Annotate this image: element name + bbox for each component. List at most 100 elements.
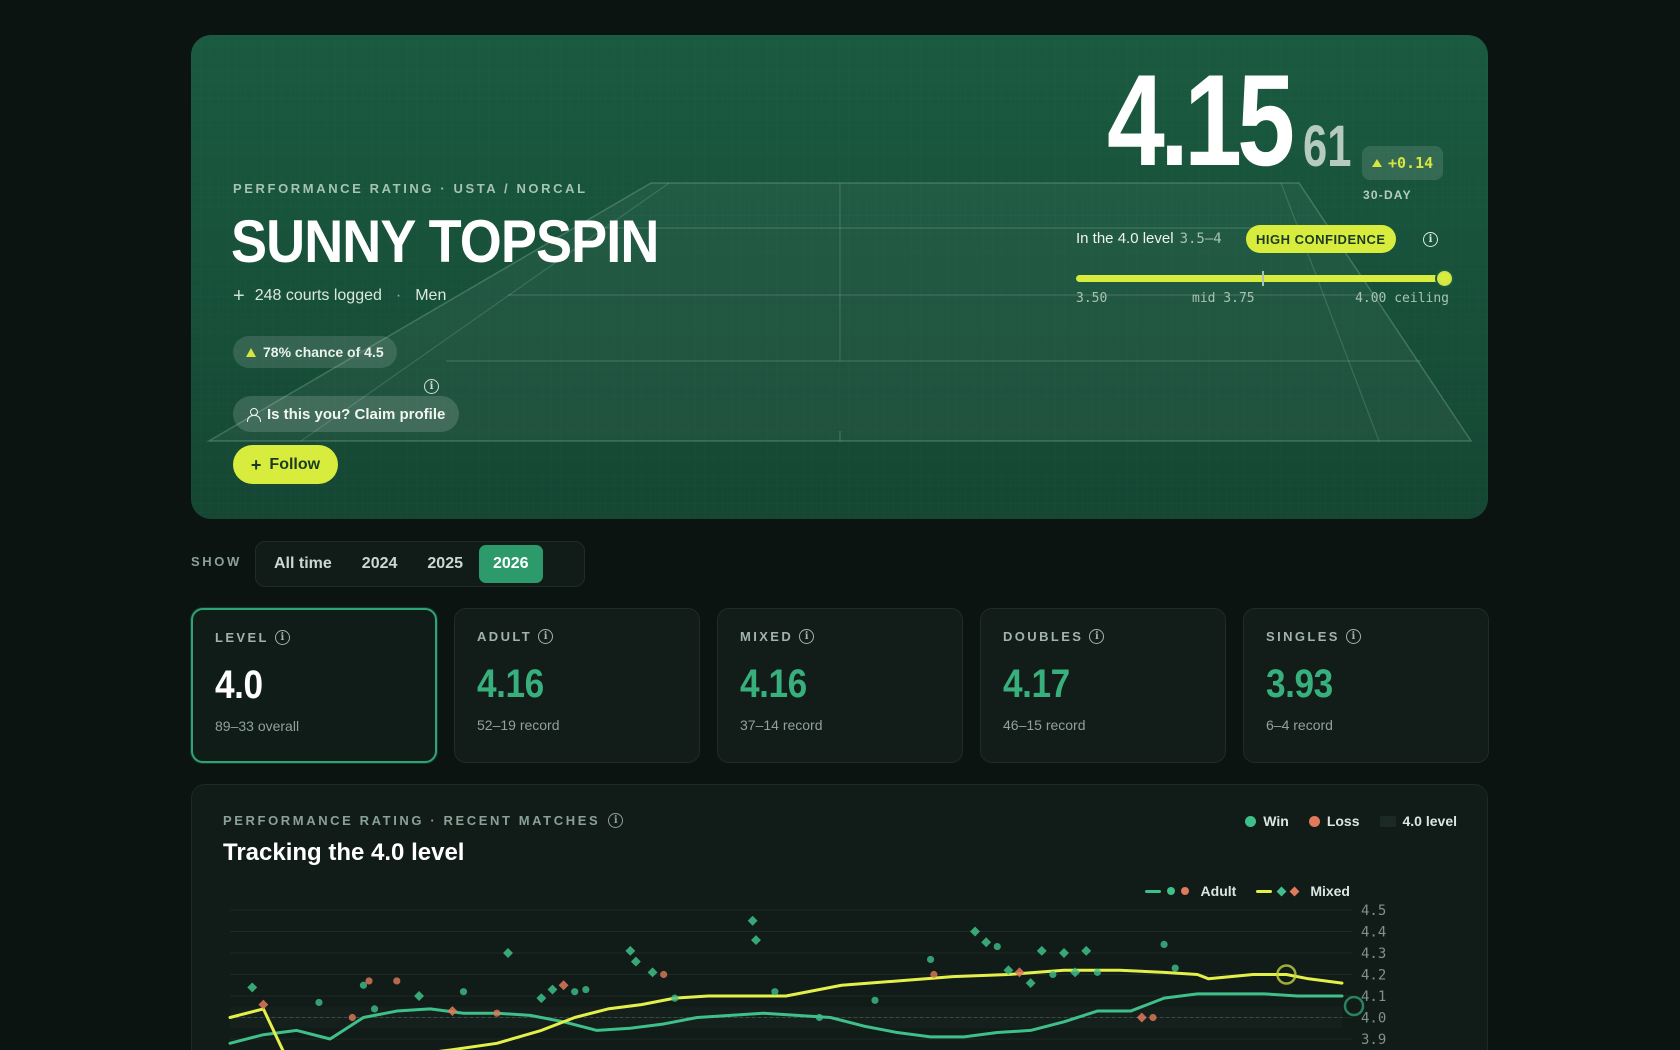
card-label: SINGLES i [1266,629,1466,644]
match-diamond [751,935,761,946]
info-icon[interactable]: i [538,629,554,644]
chart-eyebrow-text: PERFORMANCE RATING · RECENT MATCHES [223,813,601,828]
match-diamond [503,948,513,958]
win-dot-icon [1245,815,1257,827]
courts-logged: 248 courts logged [254,287,382,304]
tab-2025[interactable]: 2025 [413,545,477,583]
legend-mixed[interactable]: Mixed [1256,883,1350,899]
stat-card-level[interactable]: LEVEL i 4.0 89–33 overall [191,608,437,763]
dot-icon [1180,887,1189,895]
level-text: In the 4.0 level [1076,230,1174,247]
match-dot [1093,968,1101,976]
bar-min-label: 3.50 [1076,291,1108,306]
legend-adult[interactable]: Adult [1144,883,1237,899]
card-label: LEVEL i [215,630,413,645]
level-progress-knob [1437,271,1452,286]
match-diamond [1025,978,1036,989]
rating-eyebrow: PERFORMANCE RATING · USTA / NORCAL [233,181,588,196]
card-record: 89–33 overall [215,718,300,734]
match-dot [370,1005,379,1013]
claim-profile-button[interactable]: Is this you? Claim profile [233,396,460,432]
stat-card-doubles[interactable]: DOUBLES i 4.17 46–15 record [980,608,1226,763]
rating-decimals: 61 [1303,114,1352,179]
match-diamond [970,926,980,937]
match-diamond [625,945,636,956]
legend-loss: Loss [1308,813,1360,829]
card-value: 3.93 [1266,662,1333,706]
follow-button[interactable]: + Follow [233,445,338,484]
player-name: SUNNY TOPSPIN [231,208,659,275]
card-label-text: LEVEL [215,630,269,645]
promotion-chance-badge: 78% chance of 4.5 [233,336,397,368]
card-value: 4.0 [215,663,263,707]
legend-level: 4.0 level [1379,813,1458,829]
chart-eyebrow: PERFORMANCE RATING · RECENT MATCHES i [223,813,624,828]
match-dot [871,996,879,1004]
match-diamond [536,993,547,1004]
info-icon[interactable]: i [1345,629,1361,644]
stat-card-adult[interactable]: ADULT i 4.16 52–19 record [454,608,700,763]
card-label: DOUBLES i [1003,629,1203,644]
legend-level-label: 4.0 level [1402,813,1458,829]
match-dot [1149,1013,1157,1022]
level-status: In the 4.0 level 3.5–4 [1076,230,1222,247]
match-diamond [547,984,558,995]
legend-loss-label: Loss [1326,813,1360,829]
legend-mixed-label: Mixed [1310,883,1350,899]
match-dot [926,955,935,964]
card-label-text: MIXED [740,629,794,644]
rating-chart-panel: 4.5 4.4 4.3 4.2 4.1 4.0 3.9 PERFORMANCE RATING… [191,784,1488,1050]
card-value: 4.16 [740,662,807,706]
show-filter-label: SHOW [191,554,242,569]
match-dot [571,988,579,996]
tab-2026[interactable]: 2026 [478,545,543,583]
diamond-icon [1276,886,1287,896]
match-dot [671,994,679,1002]
match-diamond [558,980,569,991]
stat-card-mixed[interactable]: MIXED i 4.16 37–14 record [717,608,963,763]
player-meta: + 248 courts logged · Men [233,286,447,306]
card-label: MIXED i [740,629,940,644]
level-mid-marker [1262,271,1264,286]
info-icon[interactable]: i [608,813,624,828]
separator-dot: · [395,287,402,304]
y-tick-label: 4.2 [1361,968,1386,984]
info-icon[interactable]: i [424,379,439,394]
level-progress-bar [1076,271,1452,286]
match-diamond [1036,945,1047,956]
card-record: 37–14 record [740,717,823,733]
confidence-badge: HIGH CONFIDENCE [1246,225,1396,253]
card-record: 52–19 record [477,717,560,733]
stat-card-singles[interactable]: SINGLES i 3.93 6–4 record [1243,608,1489,763]
y-tick-label: 4.0 [1361,1011,1386,1027]
card-label: ADULT i [477,629,677,644]
info-icon[interactable]: i [1423,232,1438,247]
match-dot [1171,964,1179,972]
match-diamond [647,967,658,978]
match-dot [1160,940,1168,948]
y-tick-label: 4.3 [1361,946,1386,962]
match-dot [459,988,468,996]
info-icon[interactable]: i [799,629,815,644]
player-hero-card: PERFORMANCE RATING · USTA / NORCAL SUNNY… [191,35,1488,519]
delta-period: 30-DAY [1363,188,1412,202]
info-icon[interactable]: i [274,630,290,645]
legend-adult-label: Adult [1200,883,1237,899]
card-value: 4.16 [477,662,544,706]
info-icon[interactable]: i [1089,629,1105,644]
match-diamond [630,956,641,967]
tab-2024[interactable]: 2024 [348,545,412,583]
person-icon [247,408,261,422]
line-icon [1256,889,1273,893]
match-dot [660,970,668,979]
tab-all-time[interactable]: All time [260,545,346,583]
match-diamond [1014,967,1025,978]
series-legend: Adult Mixed [1144,883,1350,899]
trend-up-icon [246,347,256,357]
y-tick-label: 4.5 [1361,903,1386,919]
player-gender: Men [415,287,447,304]
chart-title: Tracking the 4.0 level [223,839,465,866]
match-dot [1049,970,1057,979]
level-range: 3.5–4 [1179,230,1222,247]
bar-mid-label: mid 3.75 [1192,291,1255,306]
